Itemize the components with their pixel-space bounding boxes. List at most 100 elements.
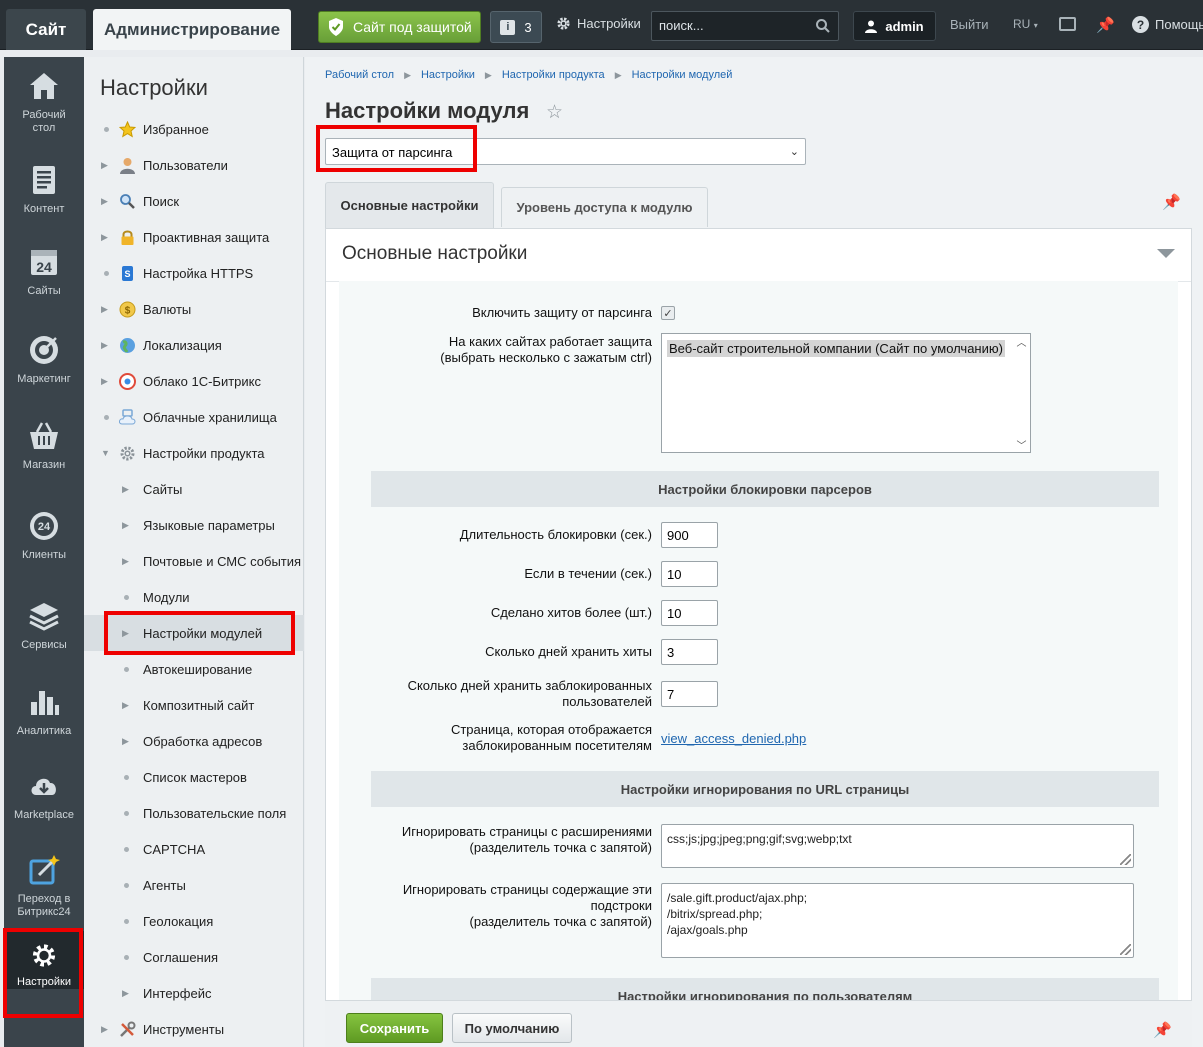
menu-item-localization[interactable]: ▶ Локализация: [84, 327, 304, 363]
calendar-24-icon: 24: [31, 250, 57, 275]
menu-item-geolocation[interactable]: Геолокация: [84, 903, 304, 939]
sites-multiselect[interactable]: Веб-сайт строительной компании (Сайт по …: [661, 333, 1031, 453]
breadcrumb-item[interactable]: Настройки: [421, 69, 475, 81]
menu-item-currencies[interactable]: ▶ $ Валюты: [84, 291, 304, 327]
menu-item-sites[interactable]: ▶ Сайты: [84, 471, 304, 507]
rail-item-desktop[interactable]: Рабочий стол: [4, 57, 84, 143]
top-settings-link[interactable]: Настройки: [556, 16, 641, 31]
bullet-dot: [124, 846, 129, 852]
menu-item-bitrix-cloud[interactable]: ▶ Облако 1С-Битрикс: [84, 363, 304, 399]
menu-item-autocache[interactable]: Автокеширование: [84, 651, 304, 687]
rail-label: Маркетинг: [17, 373, 71, 385]
chevron-right-icon[interactable]: ▶: [101, 196, 108, 207]
chevron-right-icon[interactable]: ▶: [122, 736, 129, 747]
menu-item-languages[interactable]: ▶ Языковые параметры: [84, 507, 304, 543]
chevron-right-icon: ▶: [484, 69, 492, 80]
save-button[interactable]: Сохранить: [346, 1013, 443, 1043]
block-duration-input[interactable]: 900: [661, 522, 718, 548]
enable-checkbox[interactable]: ✓: [661, 306, 675, 320]
pin-icon[interactable]: 📌: [1096, 16, 1115, 34]
menu-item-proactive[interactable]: ▶ Проактивная защита: [84, 219, 304, 255]
menu-item-agents[interactable]: Агенты: [84, 867, 304, 903]
chevron-right-icon[interactable]: ▶: [101, 160, 108, 171]
menu-label: Валюты: [143, 301, 192, 317]
collapse-arrow-icon[interactable]: [1157, 249, 1175, 258]
list-scrollbar[interactable]: ︿ ﹀: [1013, 334, 1030, 452]
menu-item-mail-events[interactable]: ▶ Почтовые и СМС события: [84, 543, 304, 579]
breadcrumb-item[interactable]: Настройки продукта: [502, 69, 605, 81]
within-input[interactable]: 10: [661, 561, 718, 587]
menu-item-user-fields[interactable]: Пользовательские поля: [84, 795, 304, 831]
keyboard-icon[interactable]: [1059, 17, 1076, 31]
tab-administration[interactable]: Администрирование: [93, 9, 291, 50]
chevron-right-icon[interactable]: ▶: [122, 988, 129, 999]
chevron-right-icon[interactable]: ▶: [101, 376, 108, 387]
menu-item-search[interactable]: ▶ Поиск: [84, 183, 304, 219]
default-button[interactable]: По умолчанию: [452, 1013, 572, 1043]
language-select[interactable]: RU ▾: [1013, 17, 1038, 31]
rail-item-marketing[interactable]: Маркетинг: [4, 321, 84, 407]
menu-label: Список мастеров: [143, 769, 247, 785]
notifications-button[interactable]: i 3: [490, 11, 542, 43]
search-input[interactable]: поиск...: [651, 11, 839, 41]
rail-item-analytics[interactable]: Аналитика: [4, 673, 84, 759]
breadcrumb-item[interactable]: Настройки модулей: [632, 69, 733, 81]
menu-item-https[interactable]: S Настройка HTTPS: [84, 255, 304, 291]
user-button[interactable]: admin: [853, 11, 936, 41]
site-protected-button[interactable]: Сайт под защитой: [318, 11, 481, 43]
menu-item-product-settings[interactable]: ▼ Настройки продукта: [84, 435, 304, 471]
svg-text:$: $: [125, 305, 131, 316]
chevron-right-icon[interactable]: ▶: [101, 304, 108, 315]
chevron-right-icon[interactable]: ▶: [101, 232, 108, 243]
chevron-right-icon[interactable]: ▶: [122, 484, 129, 495]
chevron-right-icon[interactable]: ▶: [122, 520, 129, 531]
chevron-right-icon[interactable]: ▶: [122, 556, 129, 567]
rail-item-services[interactable]: Сервисы: [4, 587, 84, 673]
menu-item-composite[interactable]: ▶ Композитный сайт: [84, 687, 304, 723]
pin-icon[interactable]: 📌: [1153, 1021, 1172, 1039]
denied-page-link[interactable]: view_access_denied.php: [661, 731, 806, 746]
menu-item-agreements[interactable]: Соглашения: [84, 939, 304, 975]
chevron-right-icon[interactable]: ▶: [101, 340, 108, 351]
menu-item-modules[interactable]: Модули: [84, 579, 304, 615]
search-icon[interactable]: [815, 18, 831, 34]
tab-site[interactable]: Сайт: [6, 9, 86, 50]
chevron-down-icon[interactable]: ▼: [101, 448, 110, 458]
menu-item-users[interactable]: ▶ Пользователи: [84, 147, 304, 183]
pin-icon[interactable]: 📌: [1162, 193, 1181, 211]
rail-item-bitrix24[interactable]: Переход в Битрикс24: [4, 841, 84, 927]
keep-hits-input[interactable]: 3: [661, 639, 718, 665]
tab-general-settings[interactable]: Основные настройки: [325, 182, 494, 228]
menu-item-captcha[interactable]: CAPTCHA: [84, 831, 304, 867]
tab-module-access[interactable]: Уровень доступа к модулю: [501, 187, 708, 227]
menu-item-favorites[interactable]: Избранное: [84, 111, 304, 147]
help-link[interactable]: ? Помощь: [1132, 16, 1203, 33]
menu-label: CAPTCHA: [143, 841, 206, 857]
menu-item-cloud-storage[interactable]: Облачные хранилища: [84, 399, 304, 435]
resize-grip-icon[interactable]: [1120, 944, 1131, 955]
bullet-dot: [104, 270, 109, 276]
rail-label: Рабочий стол: [22, 109, 66, 134]
rail-item-marketplace[interactable]: Marketplace: [4, 757, 84, 843]
menu-item-tools[interactable]: ▶ Инструменты: [84, 1011, 304, 1047]
rail-item-content[interactable]: Контент: [4, 151, 84, 237]
substr-textarea[interactable]: /sale.gift.product/ajax.php; /bitrix/spr…: [661, 883, 1134, 958]
logout-link[interactable]: Выйти: [950, 17, 989, 32]
ext-textarea[interactable]: css;js;jpg;jpeg;png;gif;svg;webp;txt: [661, 824, 1134, 868]
rail-item-sites[interactable]: 24 Сайты: [4, 233, 84, 319]
chevron-right-icon[interactable]: ▶: [101, 1024, 108, 1035]
sites-option[interactable]: Веб-сайт строительной компании (Сайт по …: [667, 340, 1005, 357]
keep-blocked-input[interactable]: 7: [661, 681, 718, 707]
menu-item-wizards[interactable]: Список мастеров: [84, 759, 304, 795]
hits-input[interactable]: 10: [661, 600, 718, 626]
resize-grip-icon[interactable]: [1120, 854, 1131, 865]
menu-item-interface[interactable]: ▶ Интерфейс: [84, 975, 304, 1011]
rail-item-shop[interactable]: Магазин: [4, 407, 84, 493]
chevron-right-icon[interactable]: ▶: [122, 700, 129, 711]
rail-item-clients[interactable]: 24 Клиенты: [4, 497, 84, 583]
menu-item-url-rewrite[interactable]: ▶ Обработка адресов: [84, 723, 304, 759]
scroll-down-icon[interactable]: ﹀: [1013, 437, 1030, 452]
breadcrumb-item[interactable]: Рабочий стол: [325, 69, 394, 81]
favorite-star-icon[interactable]: ☆: [546, 101, 563, 124]
scroll-up-icon[interactable]: ︿: [1013, 334, 1030, 349]
